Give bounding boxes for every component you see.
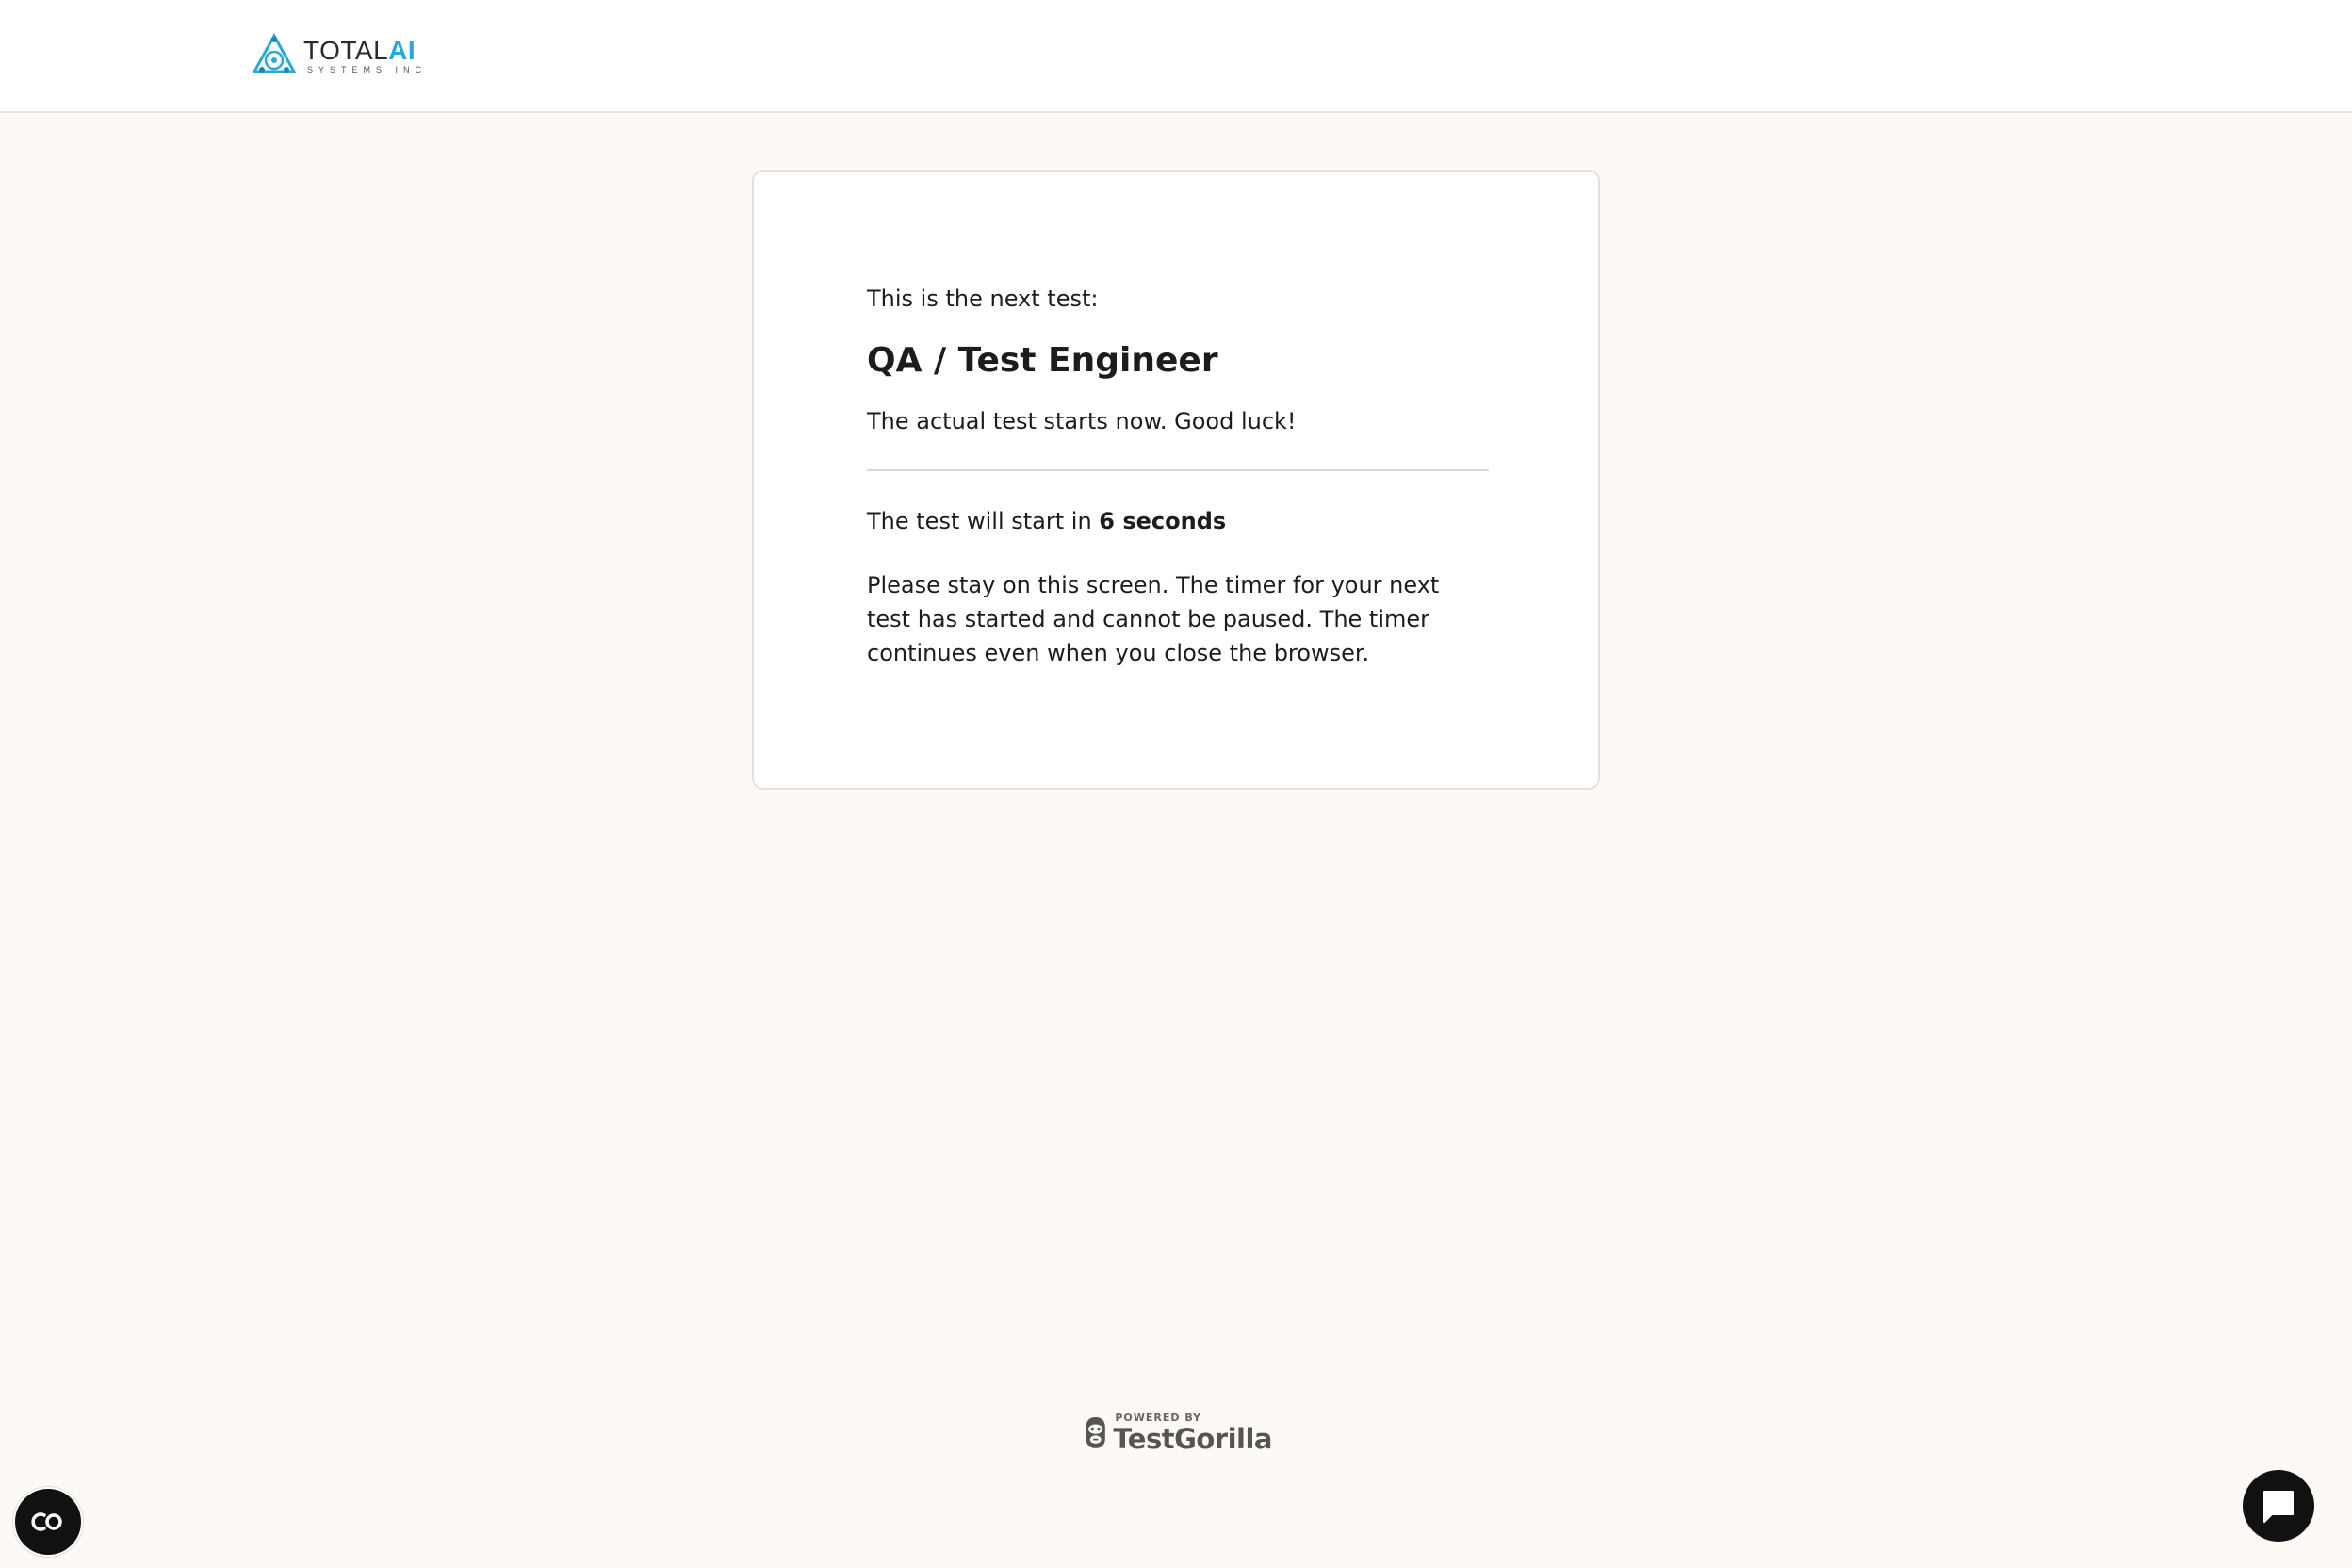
countdown-value: 6 seconds <box>1099 507 1227 534</box>
totalai-logo-icon <box>252 32 297 74</box>
stay-on-screen-message: Please stay on this screen. The timer fo… <box>867 571 1440 666</box>
gorilla-icon <box>1086 1416 1105 1448</box>
next-test-intro: This is the next test: <box>867 286 1099 312</box>
cc-icon <box>31 1512 62 1531</box>
company-logo[interactable]: TOTALAI SYSTEMS INC <box>251 32 427 79</box>
card-content: This is the next test: QA / Test Enginee… <box>867 285 1489 670</box>
next-test-card: This is the next test: QA / Test Enginee… <box>752 170 1600 790</box>
testgorilla-brand: TestGorilla <box>1113 1422 1272 1455</box>
countdown-message: The test will start in 6 seconds <box>867 507 1489 536</box>
powered-text: POWERED BY TestGorilla <box>1113 1413 1272 1453</box>
test-title: QA / Test Engineer <box>867 341 1218 381</box>
chat-icon <box>2263 1491 2294 1523</box>
header: TOTALAI SYSTEMS INC <box>0 0 2352 113</box>
powered-by-label: POWERED BY <box>1115 1411 1202 1424</box>
good-luck-message: The actual test starts now. Good luck! <box>867 408 1297 435</box>
logo-subtitle: SYSTEMS INC <box>307 64 428 74</box>
logo-wordmark: TOTALAI <box>303 35 416 65</box>
powered-by-testgorilla[interactable]: POWERED BY TestGorilla <box>1084 1404 1272 1461</box>
logo-text: TOTALAI SYSTEMS INC <box>303 35 428 74</box>
chat-button[interactable] <box>2243 1470 2314 1542</box>
accessibility-cc-button[interactable] <box>13 1487 83 1557</box>
divider <box>867 468 1489 471</box>
countdown-prefix: The test will start in <box>867 507 1092 534</box>
